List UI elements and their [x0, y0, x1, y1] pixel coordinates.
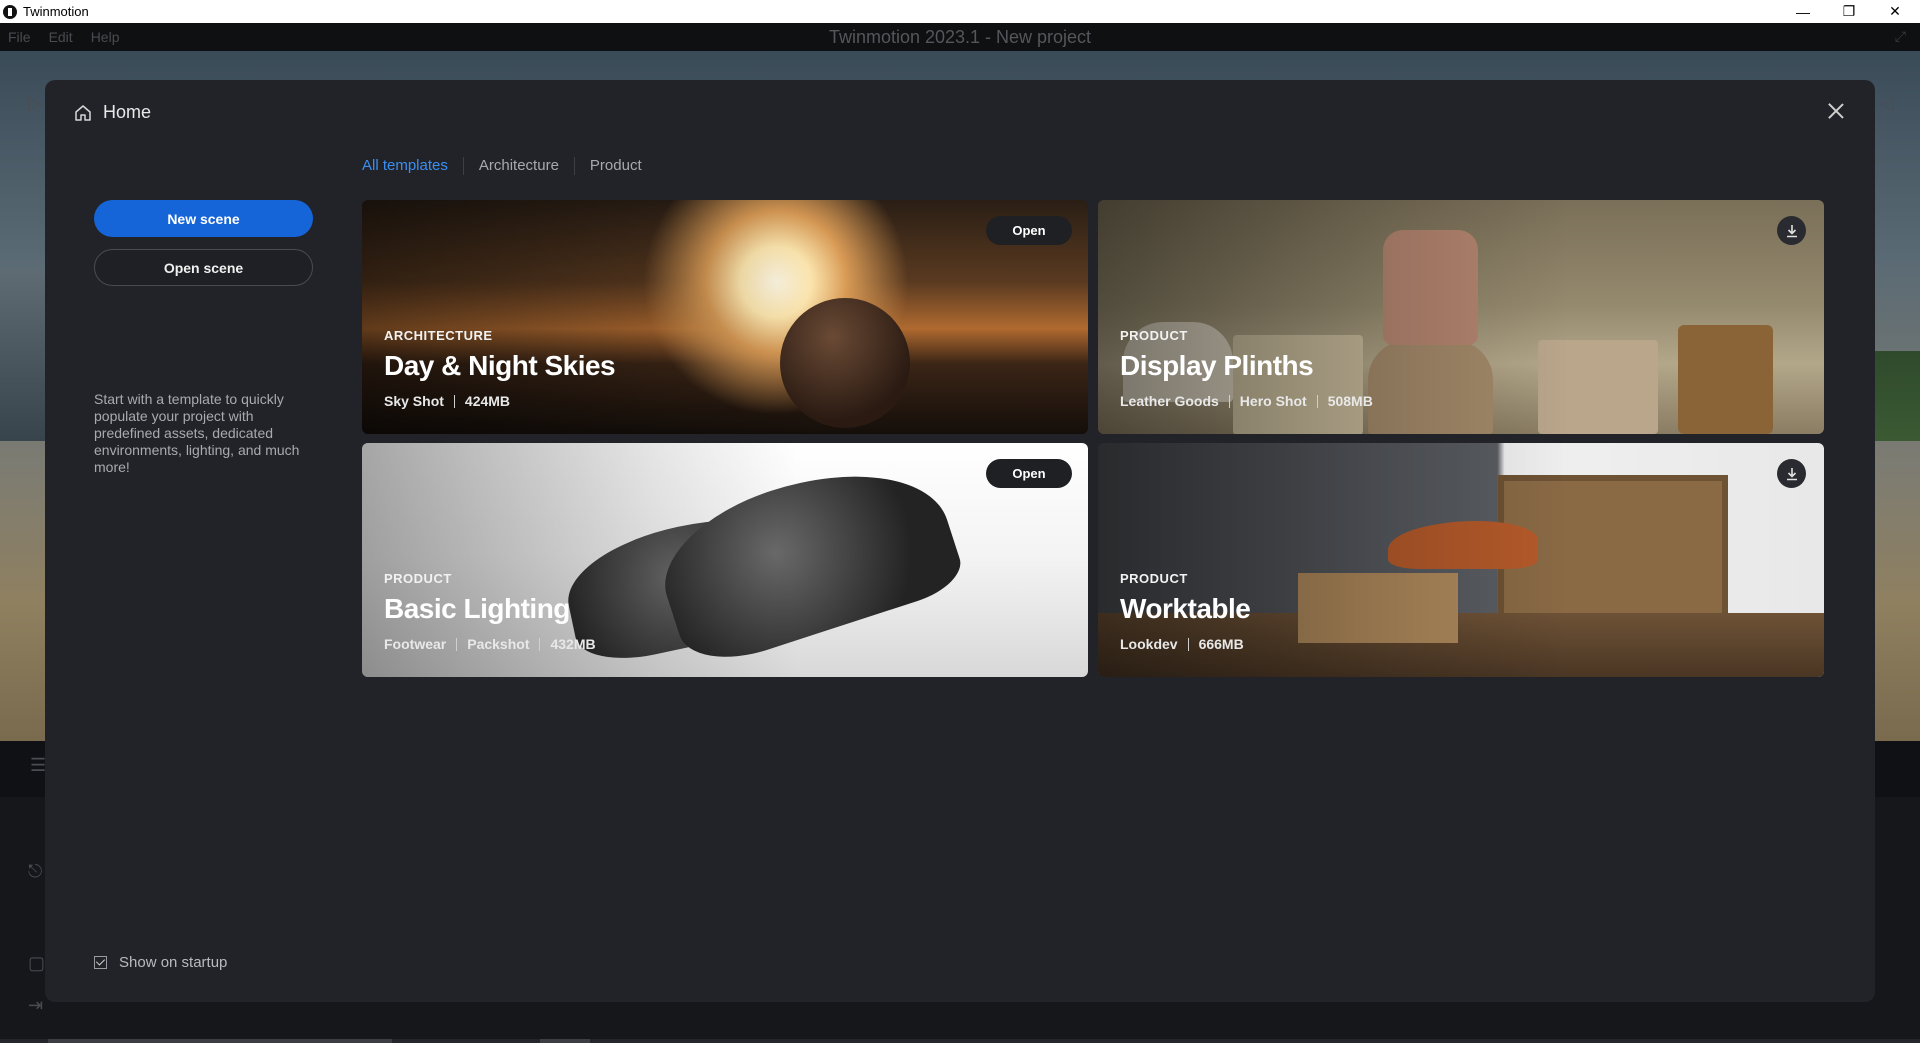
- meta-separator: [456, 637, 458, 651]
- template-size: 508MB: [1327, 393, 1373, 409]
- bottom-strip-segment: [48, 1039, 392, 1043]
- twinmotion-logo-icon: [3, 4, 17, 19]
- template-name: Day & Night Skies: [384, 350, 616, 381]
- template-category: PRODUCT: [1120, 571, 1188, 586]
- menu-icon[interactable]: ☰: [30, 755, 46, 776]
- dialog-title: Home: [103, 102, 152, 122]
- menu-file[interactable]: File: [8, 29, 31, 45]
- meta-separator: [1187, 637, 1189, 651]
- template-card-display-plinths[interactable]: PRODUCT Display Plinths Leather Goods He…: [1098, 200, 1824, 434]
- template-name: Worktable: [1120, 593, 1251, 624]
- open-scene-button[interactable]: Open scene: [94, 249, 313, 286]
- template-tag: Sky Shot: [384, 393, 444, 409]
- tab-all-templates[interactable]: All templates: [362, 157, 463, 175]
- template-card-worktable[interactable]: PRODUCT Worktable Lookdev 666MB: [1098, 443, 1824, 677]
- restore-button[interactable]: ❐: [1826, 0, 1872, 23]
- download-icon[interactable]: [1777, 216, 1806, 245]
- tab-product[interactable]: Product: [573, 157, 657, 175]
- template-tag: Footwear: [384, 636, 447, 652]
- template-tag: Leather Goods: [1120, 393, 1219, 409]
- show-on-startup-label: Show on startup: [119, 954, 228, 971]
- meta-separator: [453, 394, 455, 408]
- window-close-button[interactable]: ✕: [1872, 0, 1918, 23]
- menu-help[interactable]: Help: [91, 29, 120, 45]
- template-tag: Packshot: [467, 636, 530, 652]
- intro-text: Start with a template to quickly populat…: [94, 391, 300, 475]
- minimize-button[interactable]: —: [1780, 0, 1826, 23]
- meta-separator: [1228, 394, 1230, 408]
- dialog-header: Home: [73, 102, 151, 123]
- template-tag: Hero Shot: [1239, 393, 1307, 409]
- window-titlebar: Twinmotion — ❐ ✕: [0, 0, 1920, 23]
- new-scene-button[interactable]: New scene: [94, 200, 313, 237]
- export-icon[interactable]: ⇥: [28, 995, 43, 1016]
- media-icon[interactable]: ▢: [28, 953, 45, 974]
- left-panel-toggle-icon[interactable]: ▷: [28, 93, 42, 114]
- template-category: PRODUCT: [1120, 328, 1188, 343]
- template-size: 424MB: [464, 393, 511, 409]
- bottom-strip-segment: [540, 1039, 590, 1043]
- background-building: [0, 271, 46, 441]
- template-category: ARCHITECTURE: [384, 328, 493, 343]
- app-menubar: File Edit Help Twinmotion 2023.1 - New p…: [0, 23, 1920, 51]
- pulse-icon[interactable]: ⎋: [28, 861, 42, 882]
- template-size: 432MB: [550, 636, 596, 652]
- tab-architecture[interactable]: Architecture: [462, 157, 574, 175]
- template-meta: Leather Goods Hero Shot 508MB: [1120, 393, 1373, 409]
- home-dialog: Home New scene Open scene Start with a t…: [45, 80, 1875, 1002]
- template-card-basic-lighting[interactable]: Open PRODUCT Basic Lighting Footwear Pac…: [362, 443, 1088, 677]
- open-template-button[interactable]: Open: [986, 459, 1072, 488]
- background-trees: [1870, 351, 1920, 441]
- window-title: Twinmotion: [23, 4, 89, 19]
- template-card-day-night-skies[interactable]: Open ARCHITECTURE Day & Night Skies Sky …: [362, 200, 1088, 434]
- menu-edit[interactable]: Edit: [49, 29, 73, 45]
- template-meta: Footwear Packshot 432MB: [384, 636, 596, 652]
- template-tabs: All templates Architecture Product: [362, 157, 657, 175]
- fullscreen-icon[interactable]: ⤢: [1895, 28, 1906, 45]
- template-name: Display Plinths: [1120, 350, 1314, 381]
- home-icon: [75, 104, 91, 121]
- template-tag: Lookdev: [1120, 636, 1178, 652]
- right-panel-toggle-icon[interactable]: ◁: [1880, 93, 1894, 114]
- meta-separator: [1316, 394, 1318, 408]
- template-meta: Lookdev 666MB: [1120, 636, 1244, 652]
- meta-separator: [539, 637, 541, 651]
- template-name: Basic Lighting: [384, 593, 570, 624]
- template-size: 666MB: [1198, 636, 1244, 652]
- open-template-button[interactable]: Open: [986, 216, 1072, 245]
- show-on-startup-toggle[interactable]: Show on startup: [94, 954, 227, 971]
- checkbox-checked-icon[interactable]: [94, 956, 107, 969]
- project-title: Twinmotion 2023.1 - New project: [828, 27, 1092, 47]
- download-icon[interactable]: [1777, 459, 1806, 488]
- close-icon[interactable]: [1823, 98, 1849, 124]
- bottom-strip: [0, 1039, 1920, 1043]
- template-meta: Sky Shot 424MB: [384, 393, 510, 409]
- template-category: PRODUCT: [384, 571, 452, 586]
